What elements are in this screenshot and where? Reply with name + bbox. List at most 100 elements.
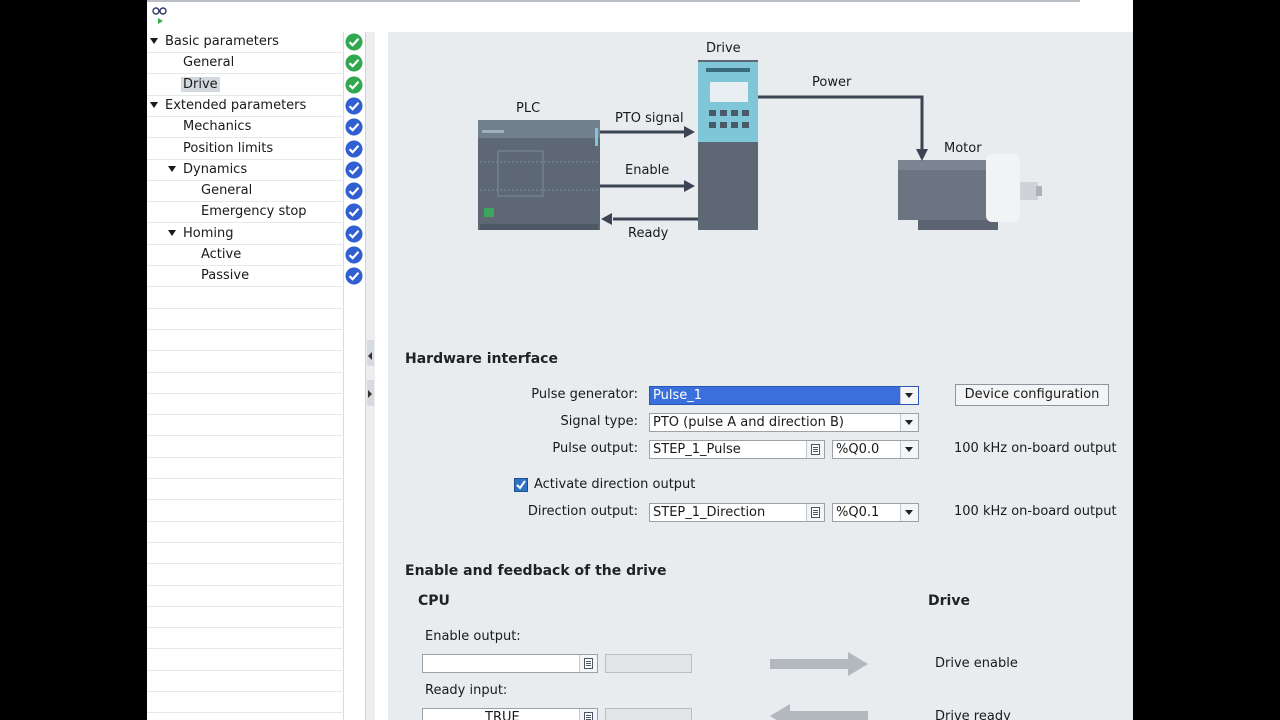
pulse-generator-value: Pulse_1 [653, 388, 703, 403]
direction-output-field[interactable]: STEP_1_Direction [649, 503, 825, 522]
tree-item[interactable]: Emergency stop [147, 202, 363, 224]
ready-direction-arrow [770, 704, 868, 720]
drive-ready-label: Drive ready [935, 709, 1011, 720]
cpu-heading: CPU [418, 593, 450, 609]
axis-configuration-window: Basic parameters General Drive Extended par… [147, 0, 1133, 720]
check-done-icon [345, 246, 363, 264]
direction-output-note: 100 kHz on-board output [954, 504, 1117, 519]
tree-item-label: Extended parameters [165, 97, 307, 113]
enable-output-address-field [605, 654, 692, 673]
ready-signal-label: Ready [628, 226, 669, 241]
tree-item-label: Dynamics [183, 161, 248, 177]
plc-device-icon [478, 120, 600, 230]
tree-empty-row [147, 394, 344, 416]
tree-item[interactable]: Dynamics [147, 160, 363, 181]
motor-icon [898, 154, 1042, 230]
tree-item-label: Passive [201, 268, 250, 284]
hardware-interface-title: Hardware interface [405, 351, 558, 367]
direction-output-address: %Q0.1 [836, 505, 880, 520]
panel-gap [375, 32, 387, 720]
tree-empty-row [147, 522, 344, 543]
drive-device-icon [698, 60, 758, 230]
tree-item[interactable]: Position limits [147, 139, 363, 160]
enable-feedback-title: Enable and feedback of the drive [405, 563, 667, 579]
tree-empty-row [147, 458, 344, 479]
tree-empty-row [147, 692, 344, 714]
plc-label: PLC [516, 101, 541, 116]
tree-item[interactable]: Drive [147, 75, 363, 96]
chevron-down-icon[interactable] [900, 414, 918, 431]
tree-item[interactable]: Mechanics [147, 117, 363, 139]
check-done-icon [345, 118, 363, 136]
expand-right-icon[interactable] [368, 390, 372, 398]
enable-output-label: Enable output: [425, 629, 521, 644]
tree-item-label: Basic parameters [165, 34, 279, 49]
enable-signal-label: Enable [625, 163, 670, 178]
tree-item-label: Homing [183, 225, 234, 241]
tree-empty-row [147, 607, 344, 629]
drive-heading: Drive [928, 593, 970, 609]
pulse-output-field[interactable]: STEP_1_Pulse [649, 440, 825, 459]
tree-item-label: Emergency stop [201, 204, 307, 220]
check-done-icon [345, 182, 363, 200]
tree-item[interactable]: Extended parameters [147, 96, 363, 117]
navigation-tree: Basic parameters General Drive Extended par… [147, 32, 365, 720]
tree-item[interactable]: General [147, 53, 363, 75]
collapse-left-icon[interactable] [368, 352, 372, 360]
check-done-icon [345, 267, 363, 285]
pulse-generator-dropdown[interactable]: Pulse_1 [649, 386, 919, 405]
tag-list-icon[interactable] [806, 504, 824, 521]
expand-caret-icon[interactable] [168, 165, 176, 172]
check-ok-icon [345, 76, 363, 94]
tag-list-icon[interactable] [579, 709, 597, 720]
chevron-down-icon[interactable] [900, 441, 918, 458]
check-done-icon [345, 225, 363, 243]
pulse-generator-label: Pulse generator: [531, 387, 638, 402]
pto-signal-label: PTO signal [615, 111, 684, 126]
chevron-down-icon[interactable] [900, 504, 918, 521]
device-configuration-button[interactable]: Device configuration [955, 384, 1109, 406]
pulse-output-address-dropdown[interactable]: %Q0.0 [832, 440, 919, 459]
tag-list-icon[interactable] [579, 655, 597, 672]
drive-label: Drive [706, 41, 741, 56]
tree-empty-row [147, 437, 344, 458]
motor-label: Motor [944, 141, 982, 156]
tree-empty-row [147, 543, 344, 565]
activate-direction-checkbox[interactable] [514, 478, 528, 492]
signal-type-dropdown[interactable]: PTO (pulse A and direction B) [649, 413, 919, 432]
tree-item[interactable]: Basic parameters [147, 32, 363, 53]
activate-direction-label[interactable]: Activate direction output [534, 477, 695, 492]
tree-item[interactable]: Active [147, 245, 363, 266]
check-done-icon [345, 203, 363, 221]
tree-empty-row [147, 373, 344, 394]
ready-input-field[interactable]: TRUE [422, 708, 598, 720]
tree-item-label: Mechanics [183, 119, 252, 135]
drive-enable-label: Drive enable [935, 656, 1018, 671]
direction-output-value: STEP_1_Direction [653, 505, 766, 520]
ready-input-address-field [605, 708, 692, 720]
expand-caret-icon[interactable] [150, 101, 158, 108]
pulse-output-label: Pulse output: [552, 441, 638, 456]
direction-output-address-dropdown[interactable]: %Q0.1 [832, 503, 919, 522]
expand-caret-icon[interactable] [168, 229, 176, 236]
power-label: Power [812, 75, 852, 90]
tree-item-label: General [201, 183, 253, 199]
signal-type-value: PTO (pulse A and direction B) [653, 415, 844, 430]
tree-item-label: General [183, 55, 235, 71]
ready-input-value: TRUE [485, 710, 520, 720]
tree-empty-row [147, 309, 344, 330]
toolbar [147, 0, 1133, 31]
pulse-output-value: STEP_1_Pulse [653, 442, 741, 457]
show-all-icon[interactable] [152, 6, 170, 24]
tree-item[interactable]: Passive [147, 266, 363, 288]
pulse-output-note: 100 kHz on-board output [954, 441, 1117, 456]
chevron-down-icon[interactable] [900, 387, 918, 404]
tag-list-icon[interactable] [806, 441, 824, 458]
check-ok-icon [345, 54, 363, 72]
tree-item[interactable]: Homing [147, 224, 363, 245]
tree-empty-row [147, 650, 344, 671]
tree-item[interactable]: General [147, 181, 363, 203]
expand-caret-icon[interactable] [150, 38, 158, 44]
direction-output-label: Direction output: [527, 504, 638, 519]
enable-output-field[interactable] [422, 654, 598, 673]
